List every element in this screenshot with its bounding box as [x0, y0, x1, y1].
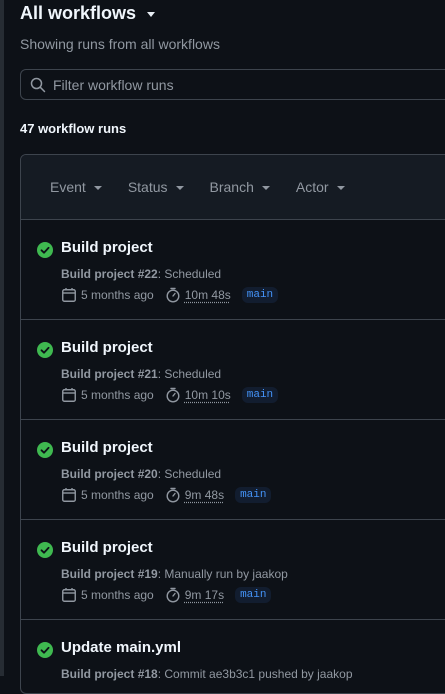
page-subtitle: Showing runs from all workflows [20, 36, 220, 52]
success-check-icon [37, 642, 53, 658]
run-duration: 9m 48s [185, 488, 224, 502]
run-row: Build project Build project #22: Schedul… [21, 220, 445, 320]
run-row: Build project Build project #20: Schedul… [21, 420, 445, 520]
run-description: Build project #21: Scheduled [61, 367, 221, 381]
calendar-icon [61, 487, 77, 503]
chevron-down-icon [337, 186, 345, 190]
run-time-ago: 5 months ago [81, 388, 154, 402]
chevron-down-icon [147, 12, 155, 17]
workflow-name: Build project [61, 267, 134, 281]
run-duration: 10m 10s [185, 388, 231, 402]
filter-actor[interactable]: Actor [296, 179, 345, 195]
run-number: #22 [138, 267, 158, 281]
workflow-selector[interactable]: All workflows [20, 3, 155, 24]
run-trigger: : Commit ae3b3c1 pushed by jaakop [158, 667, 353, 681]
filter-label: Branch [210, 179, 254, 195]
calendar-icon [61, 287, 77, 303]
filter-status[interactable]: Status [128, 179, 184, 195]
sidebar-edge [0, 0, 4, 676]
workflow-name: Build project [61, 467, 134, 481]
stopwatch-icon [165, 587, 181, 603]
search-box[interactable] [20, 69, 445, 100]
page-title: All workflows [20, 3, 136, 24]
branch-badge[interactable]: main [235, 587, 271, 603]
run-title-link[interactable]: Build project [61, 239, 153, 256]
run-number: #21 [138, 367, 158, 381]
run-time-ago: 5 months ago [81, 288, 154, 302]
run-title-link[interactable]: Build project [61, 339, 153, 356]
run-duration: 10m 48s [185, 288, 231, 302]
filter-branch[interactable]: Branch [210, 179, 270, 195]
run-number: #20 [138, 467, 158, 481]
run-row: Build project Build project #21: Schedul… [21, 320, 445, 420]
run-meta: 5 months ago 9m 17s main [61, 587, 271, 603]
search-icon [30, 77, 46, 93]
run-time-ago: 5 months ago [81, 588, 154, 602]
success-check-icon [37, 342, 53, 358]
filter-label: Actor [296, 179, 329, 195]
run-trigger: : Scheduled [158, 367, 221, 381]
run-meta: 5 months ago 10m 10s main [61, 387, 278, 403]
branch-badge[interactable]: main [235, 487, 271, 503]
chevron-down-icon [94, 186, 102, 190]
branch-badge[interactable]: main [242, 387, 278, 403]
run-duration: 9m 17s [185, 588, 224, 602]
run-trigger: : Scheduled [158, 267, 221, 281]
filter-event[interactable]: Event [50, 179, 102, 195]
workflow-name: Build project [61, 367, 134, 381]
run-count: 47 workflow runs [20, 121, 126, 136]
chevron-down-icon [262, 186, 270, 190]
success-check-icon [37, 442, 53, 458]
success-check-icon [37, 542, 53, 558]
calendar-icon [61, 387, 77, 403]
run-description: Build project #22: Scheduled [61, 267, 221, 281]
calendar-icon [61, 587, 77, 603]
filter-bar: Event Status Branch Actor [21, 155, 445, 220]
run-trigger: : Scheduled [158, 467, 221, 481]
branch-badge[interactable]: main [242, 287, 278, 303]
stopwatch-icon [165, 287, 181, 303]
run-time-ago: 5 months ago [81, 488, 154, 502]
run-number: #19 [138, 567, 158, 581]
run-row: Update main.yml Build project #18: Commi… [21, 620, 445, 694]
stopwatch-icon [165, 487, 181, 503]
run-title-link[interactable]: Build project [61, 439, 153, 456]
filter-label: Event [50, 179, 86, 195]
filter-label: Status [128, 179, 168, 195]
run-description: Build project #20: Scheduled [61, 467, 221, 481]
run-row: Build project Build project #19: Manuall… [21, 520, 445, 620]
search-input[interactable] [53, 77, 433, 93]
run-title-link[interactable]: Build project [61, 539, 153, 556]
run-title-link[interactable]: Update main.yml [61, 639, 181, 656]
workflow-name: Build project [61, 567, 134, 581]
workflow-name: Build project [61, 667, 134, 681]
chevron-down-icon [176, 186, 184, 190]
run-trigger: : Manually run by jaakop [158, 567, 288, 581]
run-description: Build project #18: Commit ae3b3c1 pushed… [61, 667, 353, 681]
stopwatch-icon [165, 387, 181, 403]
run-meta: 5 months ago 10m 48s main [61, 287, 278, 303]
success-check-icon [37, 242, 53, 258]
run-meta: 5 months ago 9m 48s main [61, 487, 271, 503]
run-number: #18 [138, 667, 158, 681]
runs-list: Event Status Branch Actor Build project … [20, 154, 445, 694]
run-description: Build project #19: Manually run by jaako… [61, 567, 288, 581]
